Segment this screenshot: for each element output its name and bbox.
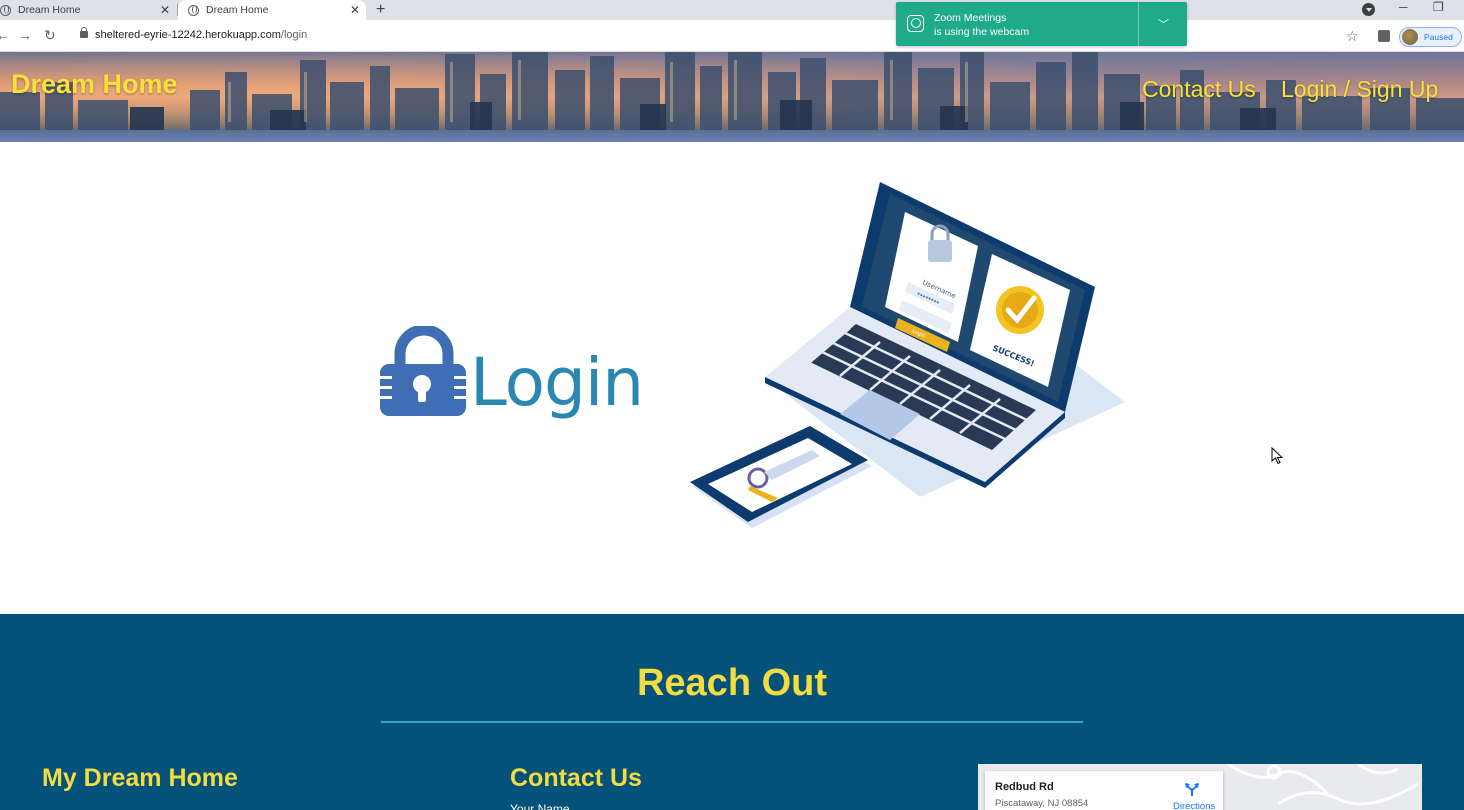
extensions-puzzle-icon[interactable] — [1378, 30, 1390, 42]
water-strip — [0, 130, 1464, 142]
notification-divider — [1138, 2, 1139, 46]
chevron-down-icon[interactable]: ﹀ — [1158, 16, 1169, 32]
nav-login-signup[interactable]: Login / Sign Up — [1281, 76, 1438, 103]
url-text: sheltered-eyrie-12242.herokuapp.com/logi… — [95, 29, 307, 41]
browser-tabstrip: Dream Home ✕ Dream Home ✕ + ─ ❐ — [0, 0, 1464, 20]
tab-search-icon[interactable] — [1362, 3, 1375, 16]
mouse-cursor-icon — [1271, 447, 1283, 465]
url-host: sheltered-eyrie-12242.herokuapp.com — [95, 29, 281, 41]
padlock-icon — [380, 326, 466, 416]
minimize-button[interactable]: ─ — [1399, 0, 1408, 14]
globe-icon — [188, 4, 199, 16]
forward-button[interactable]: → — [18, 27, 32, 43]
globe-icon — [0, 4, 11, 16]
login-hero: Login Username ******** Login SUCCESS! — [0, 142, 1464, 614]
tab-title: Dream Home — [206, 4, 269, 16]
tab-title: Dream Home — [18, 4, 81, 16]
map-address: Piscataway, NJ 08854 — [995, 798, 1089, 809]
directions-link[interactable]: Directions — [1173, 801, 1215, 810]
back-button[interactable]: ← — [0, 27, 10, 43]
browser-toolbar: ← → ↻ sheltered-eyrie-12242.herokuapp.co… — [0, 20, 1464, 52]
reload-button[interactable]: ↻ — [44, 27, 56, 44]
avatar — [1402, 29, 1418, 45]
site-logo[interactable]: Dream Home — [11, 69, 178, 100]
webcam-icon — [907, 15, 924, 32]
notification-line-1: Zoom Meetings — [934, 12, 1007, 24]
title-divider — [381, 721, 1083, 723]
reach-out-footer: Reach Out My Dream Home Contact Us Your … — [0, 614, 1464, 810]
notification-text: Zoom Meetings is using the webcam — [934, 11, 1029, 39]
url-path: /login — [280, 29, 308, 41]
footer-heading-contact-us: Contact Us — [510, 764, 642, 792]
phone-illustration — [690, 426, 872, 528]
webcam-notification[interactable]: Zoom Meetings is using the webcam ﹀ — [896, 2, 1187, 46]
bookmark-star-icon[interactable]: ☆ — [1346, 28, 1359, 45]
embedded-map[interactable]: Redbud Rd Piscataway, NJ 08854 Direction… — [978, 764, 1422, 810]
your-name-label: Your Name — [510, 802, 570, 810]
nav-contact-us[interactable]: Contact Us — [1142, 76, 1256, 103]
profile-status: Paused — [1424, 32, 1453, 42]
directions-icon[interactable] — [1185, 783, 1199, 797]
profile-button[interactable]: Paused — [1399, 27, 1462, 47]
browser-tab-1[interactable]: Dream Home ✕ — [0, 0, 176, 20]
close-icon[interactable]: ✕ — [350, 3, 360, 17]
notification-line-2: is using the webcam — [934, 26, 1030, 38]
reach-out-title: Reach Out — [636, 662, 828, 704]
browser-tab-2-active[interactable]: Dream Home ✕ — [178, 0, 366, 20]
lock-icon[interactable] — [80, 27, 88, 38]
new-tab-button[interactable]: + — [376, 1, 385, 19]
map-road-name: Redbud Rd — [995, 781, 1054, 793]
close-icon[interactable]: ✕ — [160, 3, 170, 17]
site-header: Dream Home Contact Us Login / Sign Up — [0, 52, 1464, 142]
footer-heading-my-dream-home: My Dream Home — [42, 764, 238, 792]
restore-button[interactable]: ❐ — [1433, 0, 1444, 14]
map-info-card: Redbud Rd Piscataway, NJ 08854 Direction… — [985, 771, 1223, 810]
login-heading: Login — [470, 344, 644, 421]
